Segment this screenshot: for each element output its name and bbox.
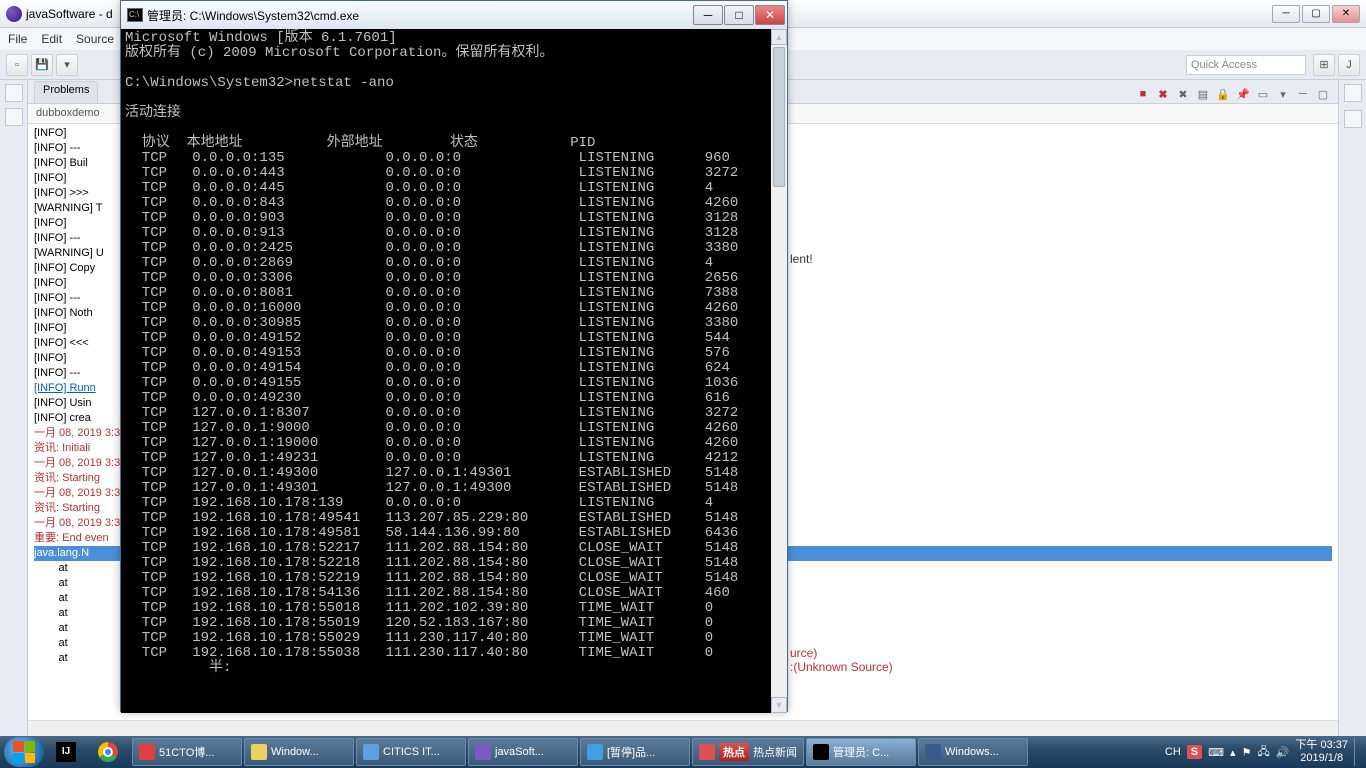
terminate-icon[interactable]: ■ — [1134, 85, 1152, 103]
type-hierarchy-icon[interactable] — [5, 108, 23, 126]
maximize-button[interactable]: ▢ — [1302, 5, 1330, 23]
eclipse-title: javaSoftware - d — [26, 7, 113, 21]
package-explorer-icon[interactable] — [5, 84, 23, 102]
task-app-icon — [699, 744, 715, 760]
eclipse-icon — [6, 6, 22, 22]
taskbar-item[interactable]: 管理员: C... — [806, 738, 916, 766]
task-app-icon — [813, 744, 829, 760]
scroll-lock-icon[interactable]: 🔒 — [1214, 85, 1232, 103]
cmd-maximize-button[interactable]: □ — [724, 5, 754, 25]
task-app-icon — [925, 744, 941, 760]
hot-badge: 热点 — [719, 743, 749, 761]
perspective-java-icon[interactable]: J — [1338, 54, 1360, 76]
terminate-all-icon[interactable]: ✖ — [1154, 85, 1172, 103]
show-desktop-button[interactable] — [1354, 738, 1362, 766]
close-button[interactable]: ✕ — [1332, 5, 1360, 23]
scroll-thumb[interactable] — [773, 47, 785, 187]
pinned-chrome-icon[interactable] — [88, 738, 128, 766]
system-tray: CH S ⌨ ▴ ⚑ 🖧 🔊 下午 03:37 2019/1/8 — [1165, 738, 1362, 766]
right-view-rail — [1338, 80, 1366, 736]
tb-more-icon[interactable]: ▾ — [56, 54, 78, 76]
cmd-icon: C:\ — [127, 8, 143, 22]
task-label: Window... — [271, 746, 319, 758]
left-view-rail — [0, 80, 28, 736]
task-app-icon — [251, 744, 267, 760]
task-label: javaSoft... — [495, 746, 544, 758]
clear-console-icon[interactable]: ▤ — [1194, 85, 1212, 103]
scroll-up-icon[interactable]: ▲ — [771, 29, 787, 45]
cmd-vscrollbar[interactable]: ▲ ▼ — [771, 29, 787, 713]
tb-save-icon[interactable]: 💾 — [31, 54, 53, 76]
console-toolbar: ■ ✖ ✖ ▤ 🔒 📌 ▭ ▾ ─ ▢ — [1134, 85, 1338, 103]
menu-edit[interactable]: Edit — [41, 32, 62, 46]
partial-console-text: lent! urce) :(Unknown Source) — [790, 252, 893, 674]
minimize-button[interactable]: ─ — [1272, 5, 1300, 23]
task-label: [暂停]品... — [607, 744, 655, 760]
task-label: 51CTO博... — [159, 744, 214, 760]
outline-icon[interactable] — [1344, 84, 1362, 102]
task-app-icon — [587, 744, 603, 760]
taskbar-item[interactable]: Window... — [244, 738, 354, 766]
task-app-icon — [363, 744, 379, 760]
cmd-minimize-button[interactable]: ─ — [693, 5, 723, 25]
tb-new-icon[interactable]: ▫ — [6, 54, 28, 76]
start-button[interactable] — [4, 737, 44, 767]
menu-file[interactable]: File — [8, 32, 27, 46]
quick-access-input[interactable]: Quick Access — [1186, 55, 1306, 75]
volume-icon[interactable]: 🔊 — [1276, 746, 1290, 759]
problems-tab[interactable]: Problems — [34, 81, 98, 103]
scroll-down-icon[interactable]: ▼ — [771, 697, 787, 713]
taskbar: IJ 51CTO博... Window... CITICS IT... javaSof… — [0, 736, 1366, 768]
taskbar-item[interactable]: Windows... — [918, 738, 1028, 766]
cmd-window: C:\ 管理员: C:\Windows\System32\cmd.exe ─ □… — [120, 0, 788, 712]
taskbar-item[interactable]: 51CTO博... — [132, 738, 242, 766]
taskbar-item[interactable]: javaSoft... — [468, 738, 578, 766]
task-label: CITICS IT... — [383, 746, 440, 758]
max-view-icon[interactable]: ▢ — [1314, 85, 1332, 103]
network-icon[interactable]: 🖧 — [1257, 743, 1269, 762]
taskbar-item[interactable]: 热点热点新闻 — [692, 738, 804, 766]
task-label: Windows... — [945, 746, 999, 758]
cmd-titlebar[interactable]: C:\ 管理员: C:\Windows\System32\cmd.exe ─ □… — [121, 1, 787, 29]
task-label: 管理员: C... — [833, 744, 889, 760]
remove-launch-icon[interactable]: ✖ — [1174, 85, 1192, 103]
task-app-icon — [475, 744, 491, 760]
sogou-icon[interactable]: S — [1187, 745, 1202, 759]
taskbar-item[interactable]: [暂停]品... — [580, 738, 690, 766]
pinned-intellij-icon[interactable]: IJ — [46, 738, 86, 766]
task-label: 热点新闻 — [753, 744, 797, 760]
tasklist-icon[interactable] — [1344, 110, 1362, 128]
cmd-title: 管理员: C:\Windows\System32\cmd.exe — [147, 7, 359, 24]
cmd-close-button[interactable]: ✕ — [755, 5, 785, 25]
perspective-jee-icon[interactable]: ⊞ — [1313, 54, 1335, 76]
task-app-icon — [139, 744, 155, 760]
taskbar-item[interactable]: CITICS IT... — [356, 738, 466, 766]
console-hscrollbar[interactable] — [28, 720, 1338, 736]
min-view-icon[interactable]: ─ — [1294, 85, 1312, 103]
clock[interactable]: 下午 03:37 2019/1/8 — [1295, 739, 1348, 765]
menu-source[interactable]: Source — [76, 32, 114, 46]
display-console-icon[interactable]: ▭ — [1254, 85, 1272, 103]
ime-indicator[interactable]: CH — [1165, 746, 1181, 758]
tray-expand-icon[interactable]: ▴ — [1230, 746, 1236, 759]
open-console-icon[interactable]: ▾ — [1274, 85, 1292, 103]
action-center-icon[interactable]: ⚑ — [1242, 746, 1252, 759]
cmd-output[interactable]: Microsoft Windows [版本 6.1.7601] 版权所有 (c)… — [121, 29, 787, 713]
keyboard-icon[interactable]: ⌨ — [1208, 746, 1224, 759]
pin-console-icon[interactable]: 📌 — [1234, 85, 1252, 103]
